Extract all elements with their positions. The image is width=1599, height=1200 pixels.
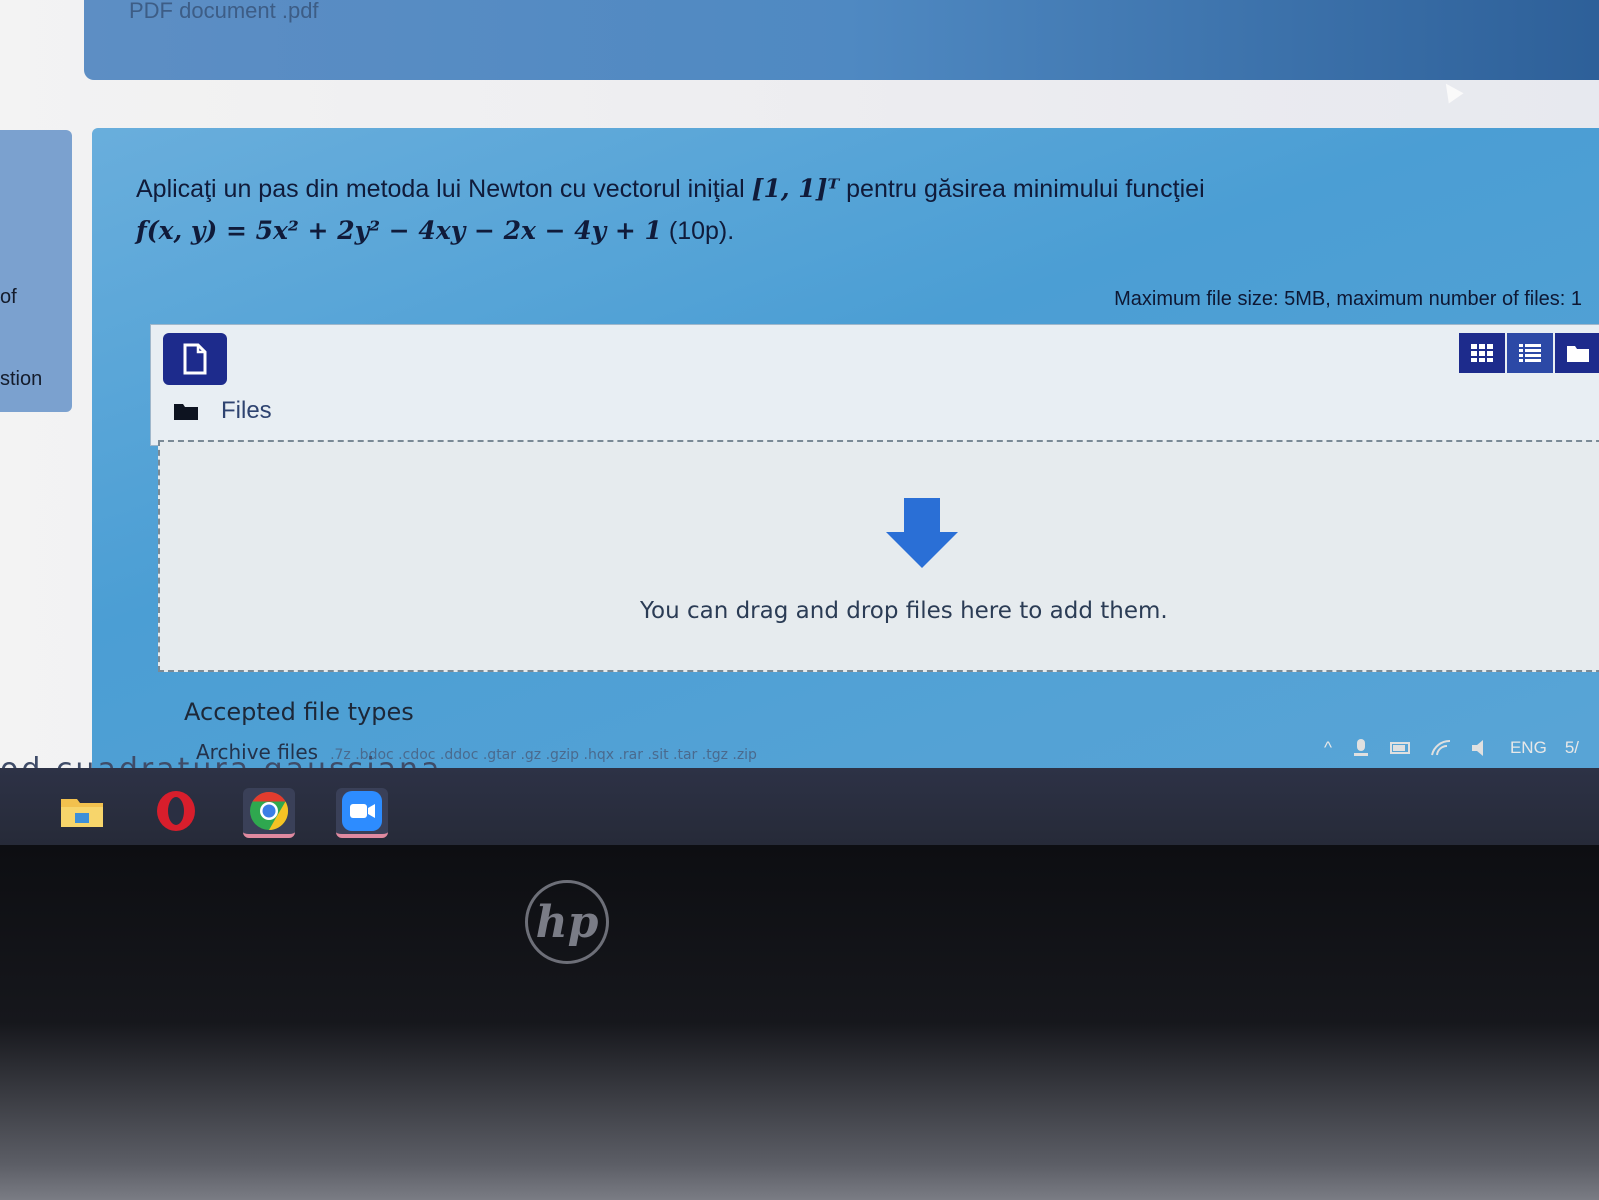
opera-icon xyxy=(157,791,195,831)
max-file-size-text: Maximum file size: 5MB, maximum number o… xyxy=(1114,288,1582,310)
laptop-bezel xyxy=(0,845,1599,1200)
folder-icon xyxy=(174,404,198,420)
folder-label: Files xyxy=(221,397,272,424)
question-text-before: Aplicaţi un pas din metoda lui Newton cu… xyxy=(136,175,752,203)
zoom-taskbar-button[interactable] xyxy=(336,788,388,838)
add-file-button[interactable] xyxy=(163,333,227,385)
question-text-after: pentru găsirea minimului funcţiei xyxy=(839,175,1205,203)
battery-icon[interactable] xyxy=(1389,739,1412,757)
chrome-icon xyxy=(250,791,289,831)
question-card: Aplicaţi un pas din metoda lui Newton cu… xyxy=(92,128,1599,828)
grid-icon xyxy=(1471,344,1493,362)
mouse-cursor-icon xyxy=(1438,78,1464,104)
clock[interactable]: 5/ xyxy=(1565,738,1579,758)
left-nav-panel: of stion xyxy=(0,130,72,412)
drop-zone-text: You can drag and drop files here to add … xyxy=(640,598,1168,624)
question-text: Aplicaţi un pas din metoda lui Newton cu… xyxy=(136,168,1205,252)
language-indicator[interactable]: ENG xyxy=(1510,738,1547,758)
folder-path[interactable]: Files xyxy=(173,397,272,425)
list-view-button[interactable] xyxy=(1507,333,1553,373)
folder-icon xyxy=(1567,346,1589,362)
system-tray: ^ ENG 5/ xyxy=(1324,738,1579,758)
drop-zone[interactable]: You can drag and drop files here to add … xyxy=(158,440,1599,672)
screen: PDF document .pdf of stion Aplicaţi un p… xyxy=(0,0,1599,845)
chevron-up-icon[interactable]: ^ xyxy=(1324,738,1332,758)
question-points: (10p). xyxy=(661,217,735,245)
view-switcher xyxy=(1459,333,1599,373)
accepted-file-types-heading: Accepted file types xyxy=(184,698,414,726)
initial-vector: [1, 1]ᵀ xyxy=(751,174,840,203)
opera-taskbar-button[interactable] xyxy=(150,788,202,834)
file-explorer-icon xyxy=(61,799,103,827)
pdf-document-label: PDF document .pdf xyxy=(129,0,319,23)
hp-logo: hp xyxy=(525,880,609,964)
taskbar: ^ ENG 5/ xyxy=(0,738,1599,845)
left-nav-item-2[interactable]: stion xyxy=(0,368,42,391)
zoom-icon xyxy=(342,791,382,831)
function-formula: f(x, y) = 5x² + 2y² − 4xy − 2x − 4y + 1 xyxy=(136,216,662,245)
file-icon xyxy=(183,343,207,375)
left-nav-item-1[interactable]: of xyxy=(0,286,17,309)
file-explorer-taskbar-button[interactable] xyxy=(56,788,108,834)
list-icon xyxy=(1519,344,1541,362)
icon-view-button[interactable] xyxy=(1459,333,1505,373)
file-picker: Files xyxy=(150,324,1599,446)
microphone-icon[interactable] xyxy=(1350,739,1372,757)
wifi-icon[interactable] xyxy=(1430,739,1452,757)
previous-question-card: PDF document .pdf xyxy=(84,0,1599,80)
download-arrow-icon xyxy=(886,498,958,568)
chrome-taskbar-button[interactable] xyxy=(243,788,295,838)
tree-view-button[interactable] xyxy=(1555,333,1599,373)
volume-icon[interactable] xyxy=(1470,739,1492,757)
